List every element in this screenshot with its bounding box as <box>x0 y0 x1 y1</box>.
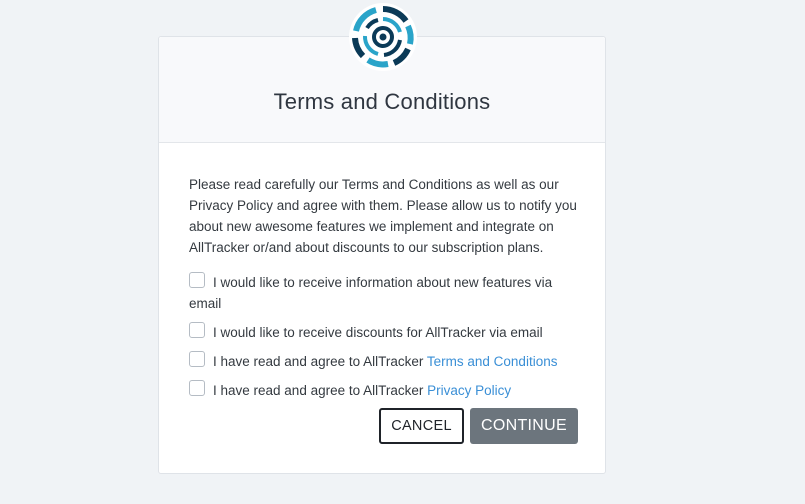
cancel-button[interactable]: CANCEL <box>379 408 464 444</box>
agree-terms-label: I have read and agree to AllTracker Term… <box>189 351 587 372</box>
card-header: Terms and Conditions <box>159 3 605 143</box>
continue-button[interactable]: CONTINUE <box>470 408 578 444</box>
discounts-email-checkbox[interactable] <box>189 322 205 338</box>
agree-terms-checkbox[interactable] <box>189 351 205 367</box>
agree-terms-prefix: I have read and agree to AllTracker <box>213 354 427 369</box>
terms-and-conditions-link[interactable]: Terms and Conditions <box>427 354 558 369</box>
option-agree-terms[interactable]: I have read and agree to AllTracker Term… <box>189 351 587 372</box>
option-features-email[interactable]: I would like to receive information abou… <box>189 272 587 314</box>
features-email-label: I would like to receive information abou… <box>189 275 553 311</box>
terms-card: Terms and Conditions Please read careful… <box>158 3 606 474</box>
privacy-policy-link[interactable]: Privacy Policy <box>427 383 511 398</box>
agree-privacy-label: I have read and agree to AllTracker Priv… <box>189 380 587 401</box>
option-discounts-email[interactable]: I would like to receive discounts for Al… <box>189 322 587 343</box>
agree-privacy-prefix: I have read and agree to AllTracker <box>213 383 428 398</box>
alltracker-logo-icon <box>349 3 417 71</box>
page-title: Terms and Conditions <box>273 89 491 114</box>
option-agree-privacy[interactable]: I have read and agree to AllTracker Priv… <box>189 380 587 401</box>
discounts-email-label: I would like to receive discounts for Al… <box>213 325 543 340</box>
intro-text: Please read carefully our Terms and Cond… <box>189 177 577 255</box>
agree-privacy-checkbox[interactable] <box>189 380 205 396</box>
features-email-checkbox[interactable] <box>189 272 205 288</box>
